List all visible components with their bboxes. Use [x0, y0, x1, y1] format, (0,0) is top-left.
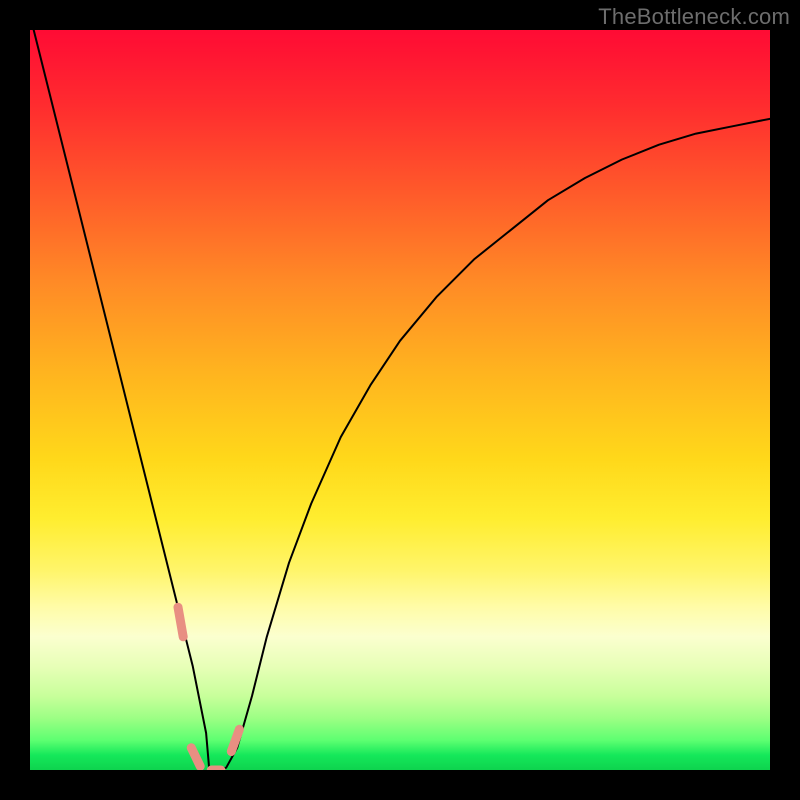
curve-marker — [191, 748, 200, 767]
watermark-label: TheBottleneck.com — [598, 4, 790, 30]
plot-area — [30, 30, 770, 770]
chart-root: TheBottleneck.com — [0, 0, 800, 800]
curve-marker — [231, 729, 239, 751]
curve-marker — [178, 607, 183, 637]
markers-group — [178, 607, 239, 770]
bottleneck-curve — [30, 30, 770, 770]
curve-svg — [30, 30, 770, 770]
